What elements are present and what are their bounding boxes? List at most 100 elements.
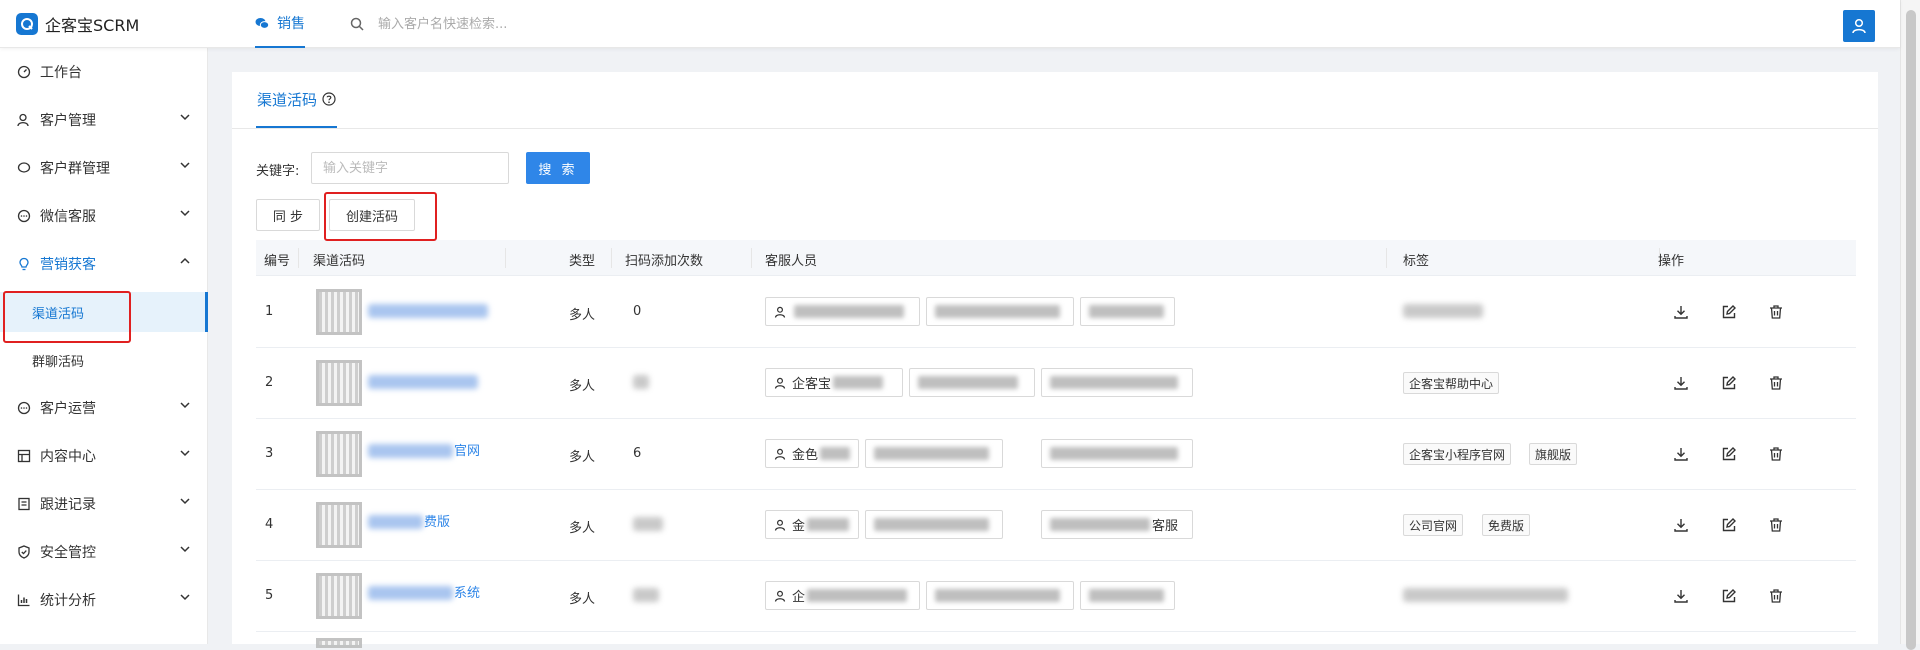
channel-name-link[interactable]: 官网 [454,440,480,459]
delete-icon[interactable] [1768,517,1784,533]
table-row: 3 官网 多人 6 金色 企客宝小程序官网 旗舰版 [256,419,1856,490]
sidebar-item-label: 微信客服 [40,209,96,225]
redacted-text [807,518,850,531]
download-icon[interactable] [1673,588,1689,604]
edit-icon[interactable] [1721,517,1737,533]
sidebar-item-workbench[interactable]: 工作台 [0,48,208,96]
sidebar-subitem-group-code[interactable]: 群聊活码 [0,340,208,380]
user-icon [774,306,786,318]
staff-chip [1080,581,1175,610]
user-avatar-button[interactable] [1843,10,1875,42]
sidebar-item-followup[interactable]: 跟进记录 [0,480,208,528]
edit-icon[interactable] [1721,304,1737,320]
edit-icon[interactable] [1721,588,1737,604]
sidebar: 工作台 客户管理 客户群管理 微信客服 营销获客 渠道活码 群聊活码 客户运营 … [0,48,208,644]
qr-code-image[interactable] [316,360,362,406]
sidebar-subitem-channel-code[interactable]: 渠道活码 [0,292,208,332]
redacted-tags [1403,304,1483,318]
qr-code-image[interactable] [316,502,362,548]
row-type: 多人 [569,450,596,465]
search-button[interactable]: 搜 索 [526,152,590,184]
nav-tab-label: 销售 [277,16,305,32]
redacted-tags [1403,588,1568,602]
qr-code-image[interactable] [316,289,362,335]
sidebar-item-operations[interactable]: 客户运营 [0,384,208,432]
staff-name: 金 [792,519,806,534]
channel-name-link[interactable]: 费版 [424,511,450,530]
user-icon [774,590,786,602]
sidebar-item-marketing[interactable]: 营销获客 [0,240,208,288]
delete-icon[interactable] [1768,304,1784,320]
customer-search-input[interactable] [376,15,636,33]
nav-tab-sales[interactable]: 销售 [255,0,305,48]
chevron-down-icon [180,402,190,409]
staff-name-suffix: 客服 [1152,519,1179,534]
chevron-down-icon [180,162,190,169]
top-search[interactable] [350,10,670,38]
keyword-input[interactable] [311,152,509,184]
sidebar-item-customer-mgmt[interactable]: 客户管理 [0,96,208,144]
sidebar-item-security[interactable]: 安全管控 [0,528,208,576]
group-chat-icon [16,160,32,176]
sidebar-item-group-mgmt[interactable]: 客户群管理 [0,144,208,192]
qr-code-image[interactable] [316,573,362,619]
column-divider [1386,248,1387,268]
table-row: 4 费版 多人 金 客服 公司官网 免费版 [256,490,1856,561]
page-scrollbar[interactable] [1900,0,1920,650]
redacted-text [833,376,884,389]
sidebar-item-label: 营销获客 [40,257,96,273]
bulb-icon [16,256,32,272]
redacted-text [935,305,1060,318]
dashboard-icon [16,64,32,80]
row-scan-count: 6 [633,446,642,461]
download-icon[interactable] [1673,446,1689,462]
sidebar-item-statistics[interactable]: 统计分析 [0,576,208,624]
download-icon[interactable] [1673,375,1689,391]
table-row: 1 多人 0 [256,277,1856,348]
channel-name-link[interactable]: 系统 [454,582,480,601]
staff-chip [865,439,1003,468]
logo-icon [16,13,38,35]
table-row [256,632,1856,648]
download-icon[interactable] [1673,517,1689,533]
row-id: 5 [265,588,274,603]
staff-name: 企客宝 [792,377,832,392]
redacted-text [820,447,851,460]
app-logo[interactable]: 企客宝SCRM [16,12,139,36]
tag-badge: 企客宝帮助中心 [1403,372,1500,394]
sidebar-item-label: 跟进记录 [40,497,96,513]
user-icon [774,448,786,460]
edit-icon[interactable] [1721,375,1737,391]
create-code-button[interactable]: 创建活码 [329,199,415,231]
redacted-text [874,447,989,460]
qr-code-image[interactable] [316,638,362,648]
sync-button[interactable]: 同 步 [256,199,320,231]
table-row: 5 系统 多人 企 [256,561,1856,632]
scrollbar-thumb[interactable] [1906,10,1916,650]
download-icon[interactable] [1673,304,1689,320]
delete-icon[interactable] [1768,446,1784,462]
delete-icon[interactable] [1768,588,1784,604]
content-icon [16,448,32,464]
row-id: 4 [265,517,274,532]
row-type: 多人 [569,592,596,607]
redacted-text [935,589,1060,602]
staff-chip: 金色 [765,439,859,468]
row-id: 2 [265,375,274,390]
chevron-up-icon [180,257,190,264]
sidebar-item-wechat-service[interactable]: 微信客服 [0,192,208,240]
help-icon[interactable] [322,92,336,106]
sidebar-item-label: 工作台 [40,65,82,81]
keyword-label: 关键字: [256,164,300,179]
edit-icon[interactable] [1721,446,1737,462]
tag-badge: 免费版 [1482,514,1531,536]
delete-icon[interactable] [1768,375,1784,391]
column-header: 标签 [1403,254,1430,269]
operations-icon [16,400,32,416]
qr-code-image[interactable] [316,431,362,477]
tab-channel-code[interactable]: 渠道活码 [256,72,338,128]
shield-icon [16,544,32,560]
column-header: 渠道活码 [313,254,366,269]
redacted-text [794,305,904,318]
sidebar-item-content[interactable]: 内容中心 [0,432,208,480]
